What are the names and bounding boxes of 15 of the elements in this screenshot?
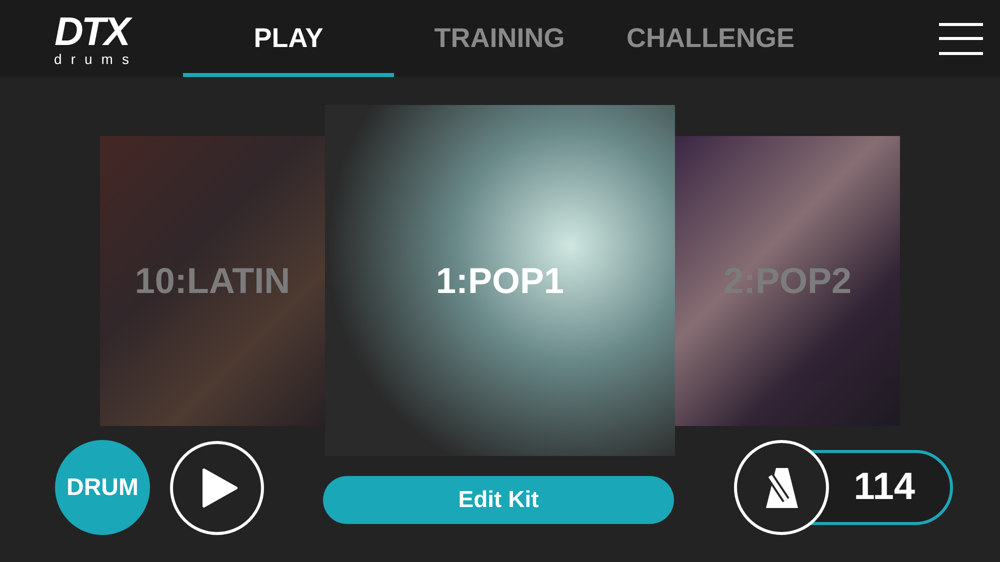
nav-tab[interactable]: TRAINING — [394, 0, 605, 77]
metronome-icon — [764, 466, 800, 510]
kit-card[interactable]: 10:LATIN — [100, 136, 325, 426]
kit-label: 1:POP1 — [436, 258, 564, 302]
kit-card[interactable]: 1:POP1 — [325, 105, 675, 456]
play-button[interactable] — [170, 440, 264, 534]
nav-tab[interactable]: CHALLENGE — [605, 0, 816, 77]
logo-subtitle: drums — [53, 52, 138, 66]
nav-tab[interactable]: PLAY — [183, 0, 394, 77]
menu-icon[interactable] — [939, 22, 983, 54]
edit-kit-button[interactable]: Edit Kit — [323, 476, 674, 524]
kit-label: 10:LATIN — [134, 258, 290, 302]
tempo-value: 114 — [854, 465, 915, 510]
play-icon — [202, 468, 238, 508]
drum-button[interactable]: DRUM — [55, 440, 150, 535]
